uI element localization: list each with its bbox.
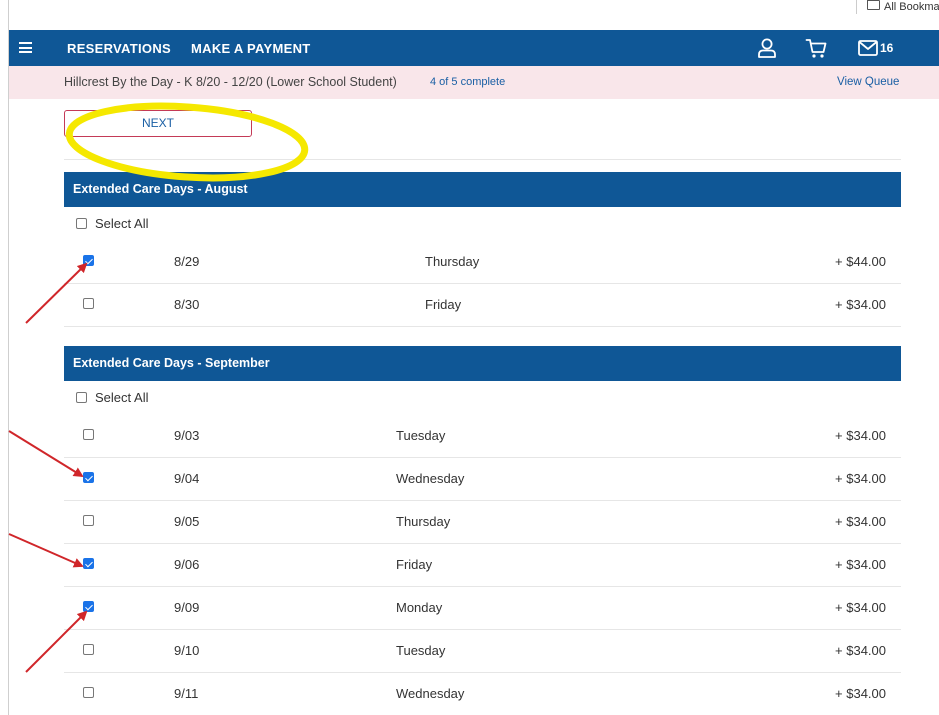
- select-all-label: Select All: [95, 216, 149, 231]
- progress-text: 4 of 5 complete: [430, 76, 506, 88]
- row-day: Tuesday: [396, 428, 446, 443]
- section-header-august: Extended Care Days - August: [64, 172, 901, 207]
- row-date: 8/30: [174, 297, 200, 312]
- view-queue-link[interactable]: View Queue: [837, 76, 899, 88]
- messages-button[interactable]: 16: [858, 37, 893, 59]
- day-checkbox[interactable]: [83, 601, 94, 612]
- row-day: Thursday: [396, 514, 451, 529]
- row-price: + $34.00: [835, 686, 886, 701]
- mail-icon: [858, 40, 878, 56]
- select-all-checkbox[interactable]: [76, 218, 87, 229]
- row-date: 9/11: [174, 686, 199, 701]
- menu-icon[interactable]: [19, 42, 32, 53]
- row-day: Tuesday: [396, 643, 446, 658]
- nav-make-payment[interactable]: MAKE A PAYMENT: [191, 41, 311, 56]
- row-day: Thursday: [425, 254, 480, 269]
- row-price: + $44.00: [835, 254, 886, 269]
- bookmarks-separator: [856, 0, 857, 14]
- row-day: Friday: [396, 557, 433, 572]
- day-checkbox[interactable]: [83, 429, 94, 440]
- row-price: + $34.00: [835, 557, 886, 572]
- top-navigation: RESERVATIONS MAKE A PAYMENT 16: [9, 30, 939, 66]
- table-row: 8/30 Friday + $34.00: [64, 284, 901, 327]
- mail-count-badge: 16: [880, 41, 894, 55]
- row-price: + $34.00: [835, 471, 886, 486]
- table-row: 9/05 Thursday + $34.00: [64, 501, 901, 544]
- row-day: Friday: [425, 297, 462, 312]
- all-bookmarks-label: All Bookmarks: [884, 1, 939, 13]
- cart-icon[interactable]: [805, 37, 827, 59]
- day-checkbox[interactable]: [83, 687, 94, 698]
- row-price: + $34.00: [835, 643, 886, 658]
- table-row: 9/10 Tuesday + $34.00: [64, 630, 901, 673]
- row-date: 9/06: [174, 557, 200, 572]
- select-all-september[interactable]: Select All: [76, 390, 148, 405]
- day-checkbox[interactable]: [83, 558, 94, 569]
- table-row: 8/29 Thursday + $44.00: [64, 241, 901, 284]
- row-date: 9/03: [174, 428, 200, 443]
- program-name: Hillcrest By the Day - K 8/20 - 12/20 (L…: [64, 75, 397, 89]
- row-date: 9/10: [174, 643, 200, 658]
- folder-icon: [867, 0, 880, 10]
- row-day: Monday: [396, 600, 443, 615]
- day-checkbox[interactable]: [83, 298, 94, 309]
- select-all-label: Select All: [95, 390, 149, 405]
- select-all-august[interactable]: Select All: [76, 216, 148, 231]
- queue-status-bar: Hillcrest By the Day - K 8/20 - 12/20 (L…: [9, 66, 939, 99]
- day-checkbox[interactable]: [83, 255, 94, 266]
- table-row: 9/04 Wednesday + $34.00: [64, 458, 901, 501]
- table-row: 9/11 Wednesday + $34.00: [64, 673, 901, 715]
- table-row: 9/03 Tuesday + $34.00: [64, 415, 901, 458]
- next-button[interactable]: NEXT: [64, 110, 252, 137]
- user-icon[interactable]: [757, 37, 777, 59]
- day-checkbox[interactable]: [83, 515, 94, 526]
- row-price: + $34.00: [835, 514, 886, 529]
- bookmarks-bar: All Bookmarks: [9, 0, 939, 30]
- select-all-checkbox[interactable]: [76, 392, 87, 403]
- section-header-september: Extended Care Days - September: [64, 346, 901, 381]
- row-date: 8/29: [174, 254, 200, 269]
- window-edge: [0, 0, 9, 715]
- day-checkbox[interactable]: [83, 644, 94, 655]
- day-checkbox[interactable]: [83, 472, 94, 483]
- divider: [64, 159, 901, 160]
- table-row: 9/06 Friday + $34.00: [64, 544, 901, 587]
- row-date: 9/04: [174, 471, 200, 486]
- row-day: Wednesday: [396, 686, 465, 701]
- nav-reservations[interactable]: RESERVATIONS: [67, 41, 171, 56]
- row-price: + $34.00: [835, 297, 886, 312]
- row-price: + $34.00: [835, 600, 886, 615]
- row-date: 9/09: [174, 600, 200, 615]
- row-day: Wednesday: [396, 471, 465, 486]
- table-row: 9/09 Monday + $34.00: [64, 587, 901, 630]
- all-bookmarks-button[interactable]: All Bookmarks: [867, 0, 939, 14]
- row-price: + $34.00: [835, 428, 886, 443]
- row-date: 9/05: [174, 514, 200, 529]
